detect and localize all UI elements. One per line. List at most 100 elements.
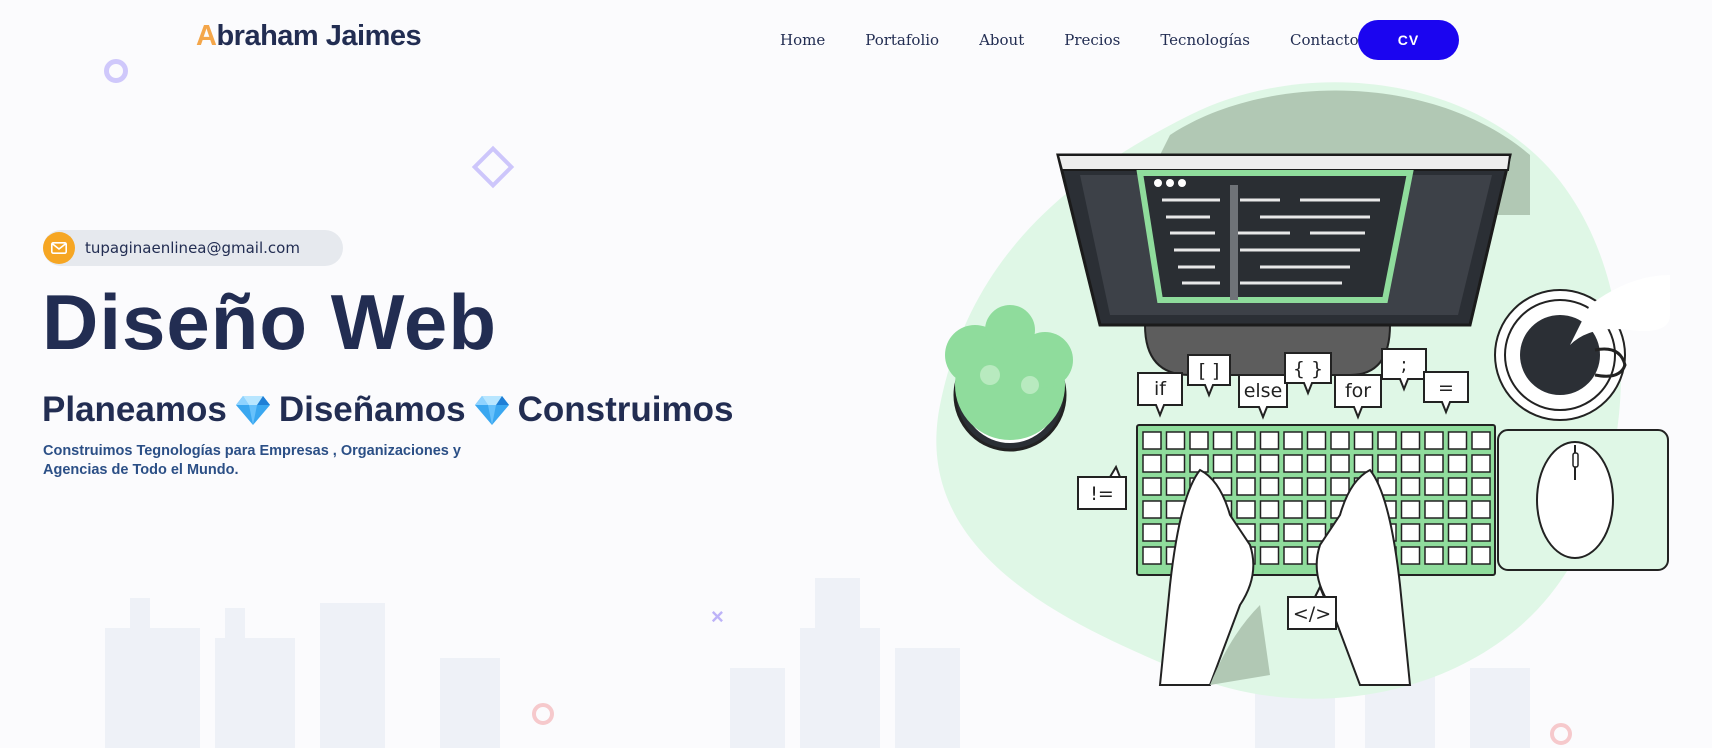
keyboard-key — [1259, 523, 1280, 542]
keyboard-key — [1259, 431, 1280, 450]
keyboard-key — [1142, 523, 1162, 542]
nav-home[interactable]: Home — [780, 31, 825, 49]
keyboard-key — [1259, 500, 1280, 519]
keyboard-key — [1424, 431, 1444, 450]
keyboard-key — [1377, 454, 1397, 473]
mail-icon — [43, 232, 75, 264]
tagline-word: Construimos — [517, 390, 734, 429]
hero-tagline: Planeamos Diseñamos Construimos — [42, 390, 733, 430]
keyboard-key — [1306, 477, 1327, 496]
gem-icon — [474, 396, 509, 425]
hero-subtitle: Construimos Tegnologías para Empresas , … — [43, 443, 461, 478]
keyboard-key — [1283, 523, 1303, 542]
nav-portafolio[interactable]: Portafolio — [865, 31, 939, 49]
keyboard-key — [1212, 454, 1233, 473]
keyboard-key — [1165, 477, 1186, 496]
keyboard-key — [1306, 523, 1327, 542]
gem-icon — [235, 396, 270, 425]
keyboard-key — [1189, 454, 1209, 473]
keyboard-key — [1424, 500, 1444, 519]
keyboard-key — [1236, 454, 1256, 473]
keyboard-key — [1447, 477, 1468, 496]
keyboard-key — [1400, 546, 1421, 565]
code-bubble: </> — [1293, 603, 1331, 625]
keyboard-key — [1212, 431, 1233, 450]
nav-contacto[interactable]: Contacto — [1290, 31, 1359, 49]
cv-button[interactable]: CV — [1358, 20, 1459, 60]
keyboard-key — [1142, 500, 1162, 519]
keyboard-key — [1424, 454, 1444, 473]
cross-decoration: × — [711, 604, 724, 629]
keyboard-key — [1471, 454, 1491, 473]
logo-name: braham Jaimes — [216, 20, 422, 52]
tagline-word: Diseñamos — [278, 390, 466, 429]
keyboard-key — [1283, 454, 1303, 473]
keyboard-key — [1471, 500, 1491, 519]
keyboard-key — [1447, 546, 1468, 565]
keyboard-key — [1142, 477, 1162, 496]
keyboard-key — [1400, 523, 1421, 542]
keyboard-key — [1471, 546, 1491, 565]
keyboard-key — [1424, 477, 1444, 496]
keyboard-key — [1330, 454, 1350, 473]
keyboard-key — [1447, 431, 1468, 450]
ring-decoration — [532, 703, 554, 725]
keyboard-key — [1142, 431, 1162, 450]
code-bubble: else — [1244, 380, 1283, 402]
ring-decoration — [1550, 723, 1572, 745]
hero-title: Diseño Web — [42, 278, 497, 366]
keyboard-key — [1259, 546, 1280, 565]
keyboard-key — [1283, 477, 1303, 496]
keyboard-key — [1283, 500, 1303, 519]
keyboard-key — [1471, 477, 1491, 496]
keyboard-key — [1306, 500, 1327, 519]
code-bubble: ; — [1401, 354, 1407, 376]
keyboard-key — [1447, 500, 1468, 519]
keyboard-key — [1330, 477, 1350, 496]
code-bubble: { } — [1293, 358, 1323, 380]
keyboard-key — [1424, 523, 1444, 542]
code-bubble: for — [1345, 380, 1371, 402]
keyboard-key — [1283, 546, 1303, 565]
keyboard-key — [1471, 523, 1491, 542]
ring-decoration — [104, 59, 128, 83]
keyboard-key — [1471, 431, 1491, 450]
email-address: tupaginaenlinea@gmail.com — [85, 239, 300, 257]
diamond-decoration — [471, 145, 515, 189]
keyboard-key — [1306, 454, 1327, 473]
nav-about[interactable]: About — [979, 31, 1024, 49]
keyboard-key — [1283, 431, 1303, 450]
email-badge[interactable]: tupaginaenlinea@gmail.com — [43, 230, 343, 266]
nav-tecnologias[interactable]: Tecnologías — [1160, 31, 1250, 49]
main-nav: Home Portafolio About Precios Tecnología… — [760, 0, 1379, 80]
keyboard-key — [1259, 477, 1280, 496]
keyboard-key — [1142, 454, 1162, 473]
keyboard-key — [1142, 546, 1162, 565]
keyboard-key — [1400, 500, 1421, 519]
keyboard-key — [1165, 454, 1186, 473]
keyboard-key — [1400, 431, 1421, 450]
keyboard-key — [1236, 477, 1256, 496]
keyboard-key — [1259, 454, 1280, 473]
code-bubble: = — [1438, 377, 1454, 399]
keyboard-key — [1165, 431, 1186, 450]
nav-precios[interactable]: Precios — [1064, 31, 1120, 49]
keyboard-key — [1189, 431, 1209, 450]
code-bubble: if — [1154, 378, 1167, 400]
keyboard-key — [1447, 454, 1468, 473]
code-bubble: [ ] — [1199, 360, 1220, 382]
code-bubble: != — [1090, 483, 1114, 505]
keyboard-key — [1353, 431, 1374, 450]
keyboard-key — [1236, 500, 1256, 519]
keyboard-key — [1424, 546, 1444, 565]
keyboard-key — [1400, 477, 1421, 496]
keyboard-key — [1236, 431, 1256, 450]
site-logo[interactable]: Abraham Jaimes — [196, 20, 422, 53]
keyboard-key — [1330, 431, 1350, 450]
logo-initial: A — [196, 20, 217, 52]
tagline-word: Planeamos — [42, 390, 227, 429]
keyboard-key — [1447, 523, 1468, 542]
keyboard-key — [1306, 431, 1327, 450]
developer-illustration: if [ ] else { } for ; = != </> — [936, 82, 1670, 699]
keyboard-key — [1400, 454, 1421, 473]
